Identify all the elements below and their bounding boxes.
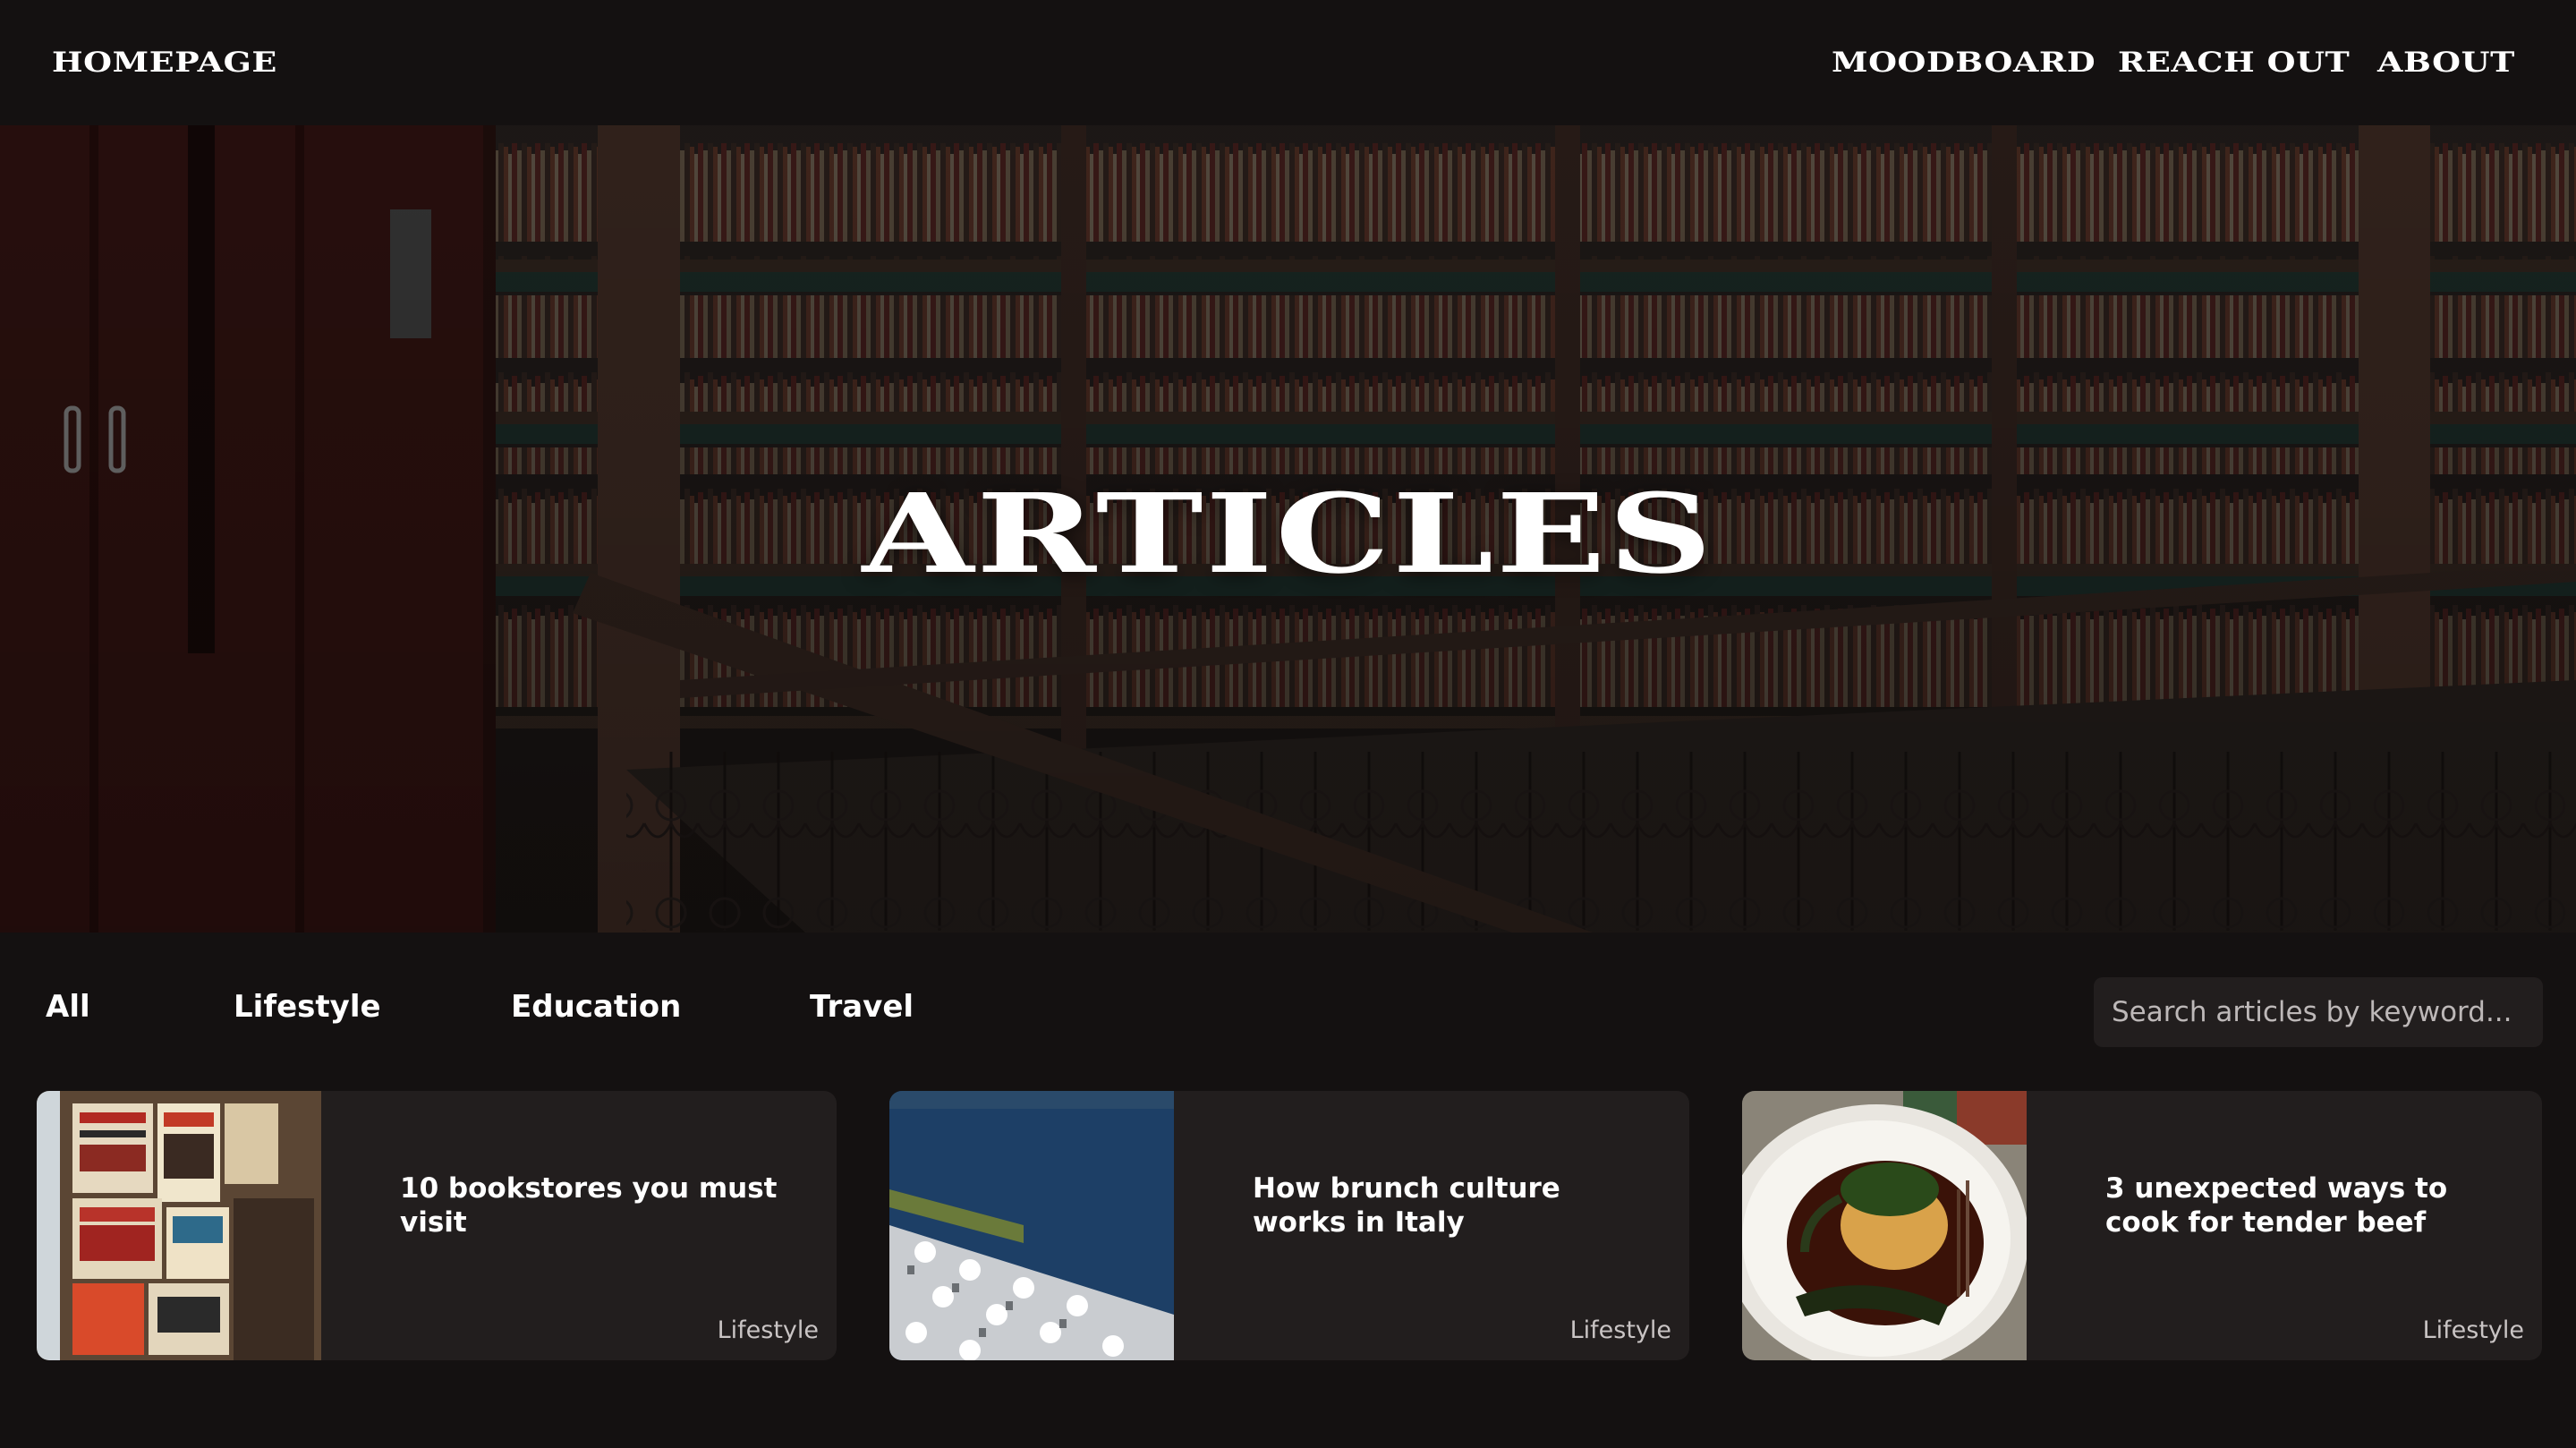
card-category: Lifestyle	[2422, 1316, 2524, 1344]
card-title: 3 unexpected ways to cook for tender bee…	[2105, 1172, 2448, 1239]
nav-link-about[interactable]: ABOUT	[2377, 47, 2515, 79]
card-title: 10 bookstores you must visit	[400, 1172, 778, 1239]
nav-links: MOODBOARD REACH OUT ABOUT	[1769, 47, 2514, 79]
filter-lifestyle[interactable]: Lifestyle	[234, 989, 381, 1025]
nav-link-moodboard[interactable]: MOODBOARD	[1832, 47, 2096, 79]
top-nav: HOMEPAGE MOODBOARD REACH OUT ABOUT	[0, 0, 2576, 125]
article-card[interactable]: 3 unexpected ways to cook for tender bee…	[1742, 1091, 2542, 1360]
search-input[interactable]	[2094, 977, 2543, 1047]
homepage-link[interactable]: HOMEPAGE	[52, 47, 277, 79]
filter-education[interactable]: Education	[511, 989, 681, 1025]
page-title: ARTICLES	[862, 469, 1714, 598]
filter-travel[interactable]: Travel	[810, 989, 914, 1025]
card-category: Lifestyle	[717, 1316, 819, 1344]
article-card[interactable]: How brunch culture works in Italy Lifest…	[889, 1091, 1689, 1360]
nav-link-reach-out[interactable]: REACH OUT	[2118, 47, 2350, 79]
card-category: Lifestyle	[1569, 1316, 1671, 1344]
hero-banner: ARTICLES	[0, 125, 2576, 933]
beef-dish-thumbnail	[1742, 1091, 2027, 1360]
bookstore-thumbnail	[37, 1091, 321, 1360]
filter-all[interactable]: All	[46, 989, 90, 1025]
article-card[interactable]: 10 bookstores you must visit Lifestyle	[37, 1091, 837, 1360]
terrace-thumbnail	[889, 1091, 1174, 1360]
card-title: How brunch culture works in Italy	[1253, 1172, 1560, 1239]
